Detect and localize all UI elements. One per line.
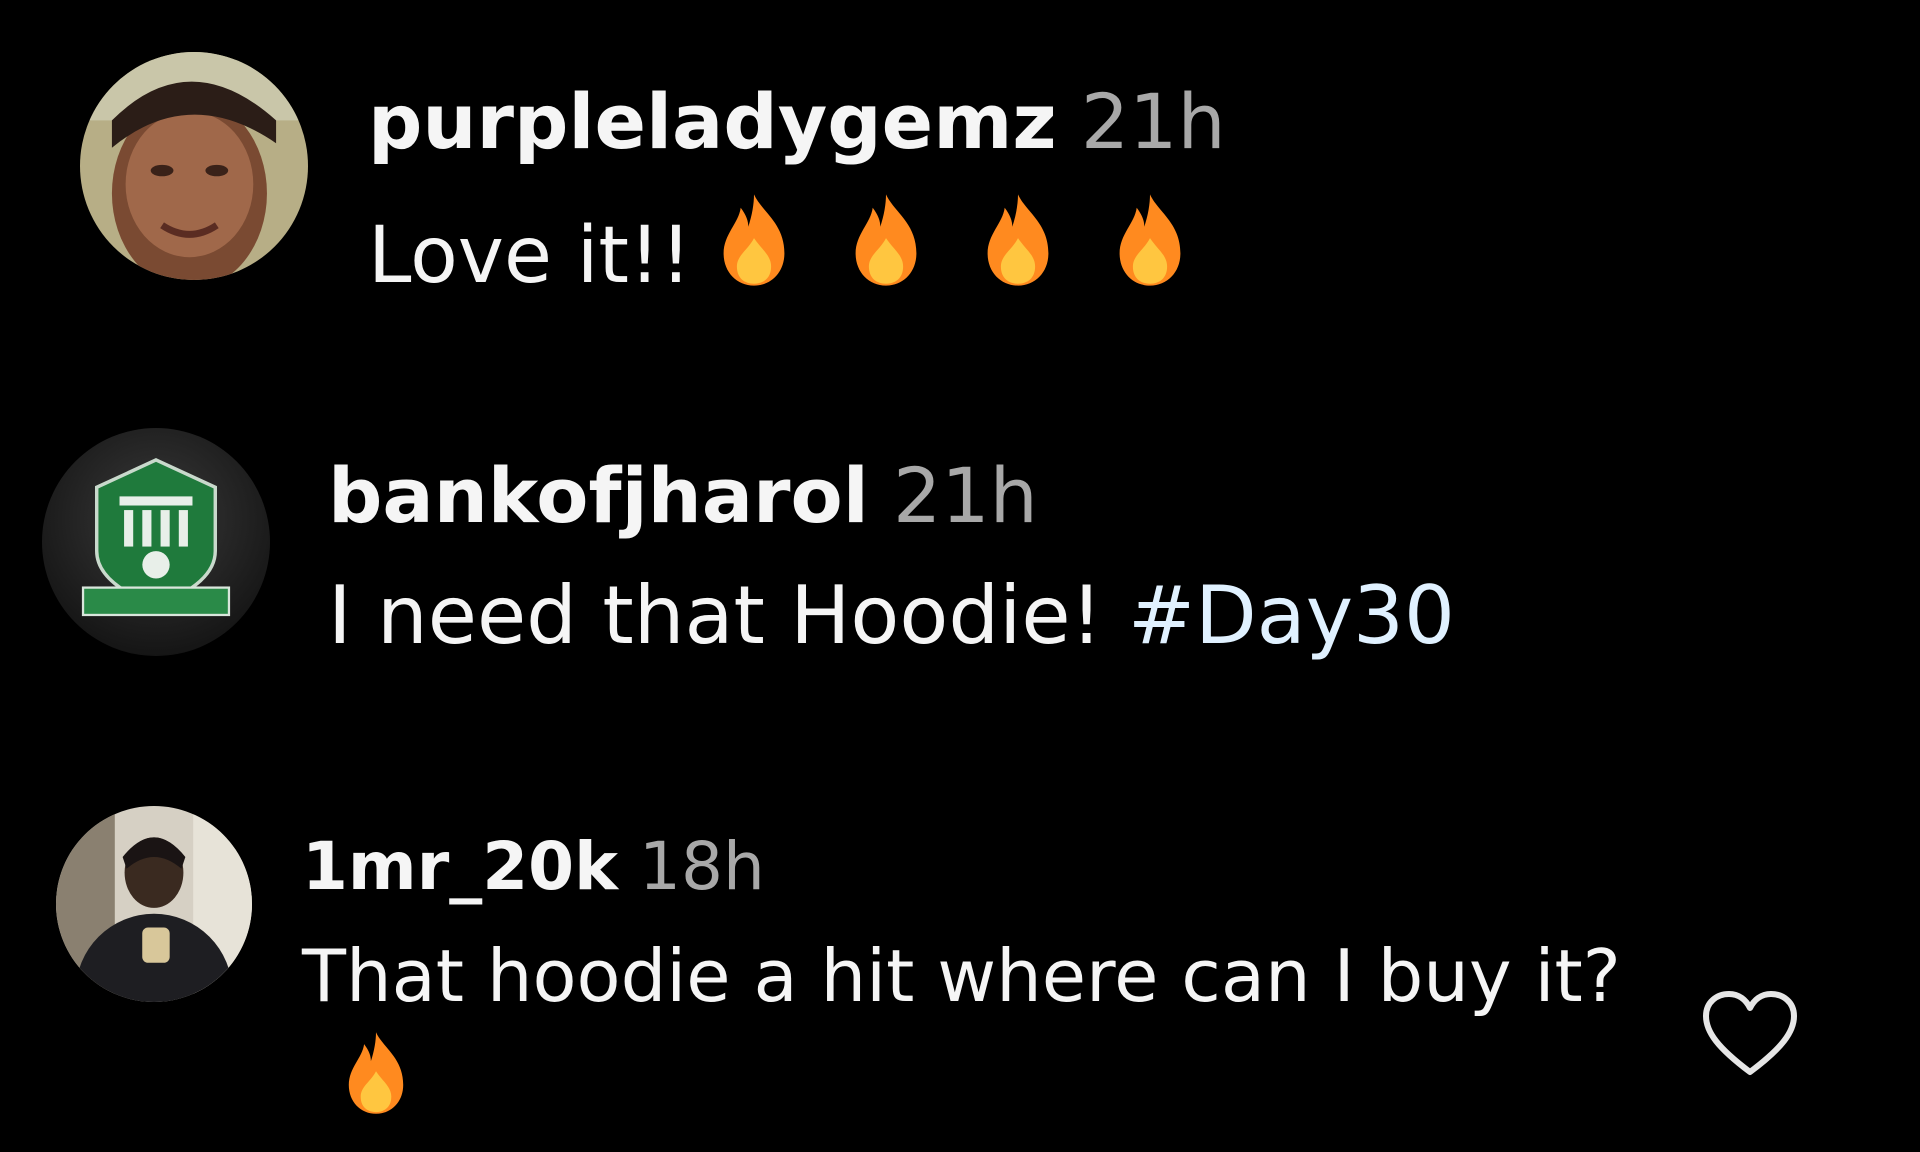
fire-icon (716, 192, 792, 288)
comment-text-content: Love it!! (368, 210, 692, 301)
timestamp[interactable]: 18h (639, 828, 765, 905)
heart-outline-icon[interactable] (1700, 988, 1800, 1078)
comment-body: bankofjharol 21h I need that Hoodie! #Da… (328, 458, 1455, 668)
comment-meta: bankofjharol 21h (328, 458, 1455, 534)
emoji-group (692, 192, 1188, 307)
username-link[interactable]: 1mr_20k (302, 828, 618, 905)
username-link[interactable]: bankofjharol (328, 451, 869, 540)
comment-body: purpleladygemz 21h Love it!! (368, 84, 1226, 307)
hashtag-link[interactable]: #Day30 (1128, 569, 1455, 662)
fire-icon (980, 192, 1056, 288)
avatar-logo (42, 428, 270, 656)
timestamp[interactable]: 21h (1081, 77, 1226, 166)
comment-body: 1mr_20k 18h That hoodie a hit where can … (302, 834, 1622, 1139)
avatar-photo (80, 52, 308, 280)
fire-icon (848, 192, 924, 288)
comment-text-content: That hoodie a hit where can I buy it? (302, 934, 1621, 1018)
fire-icon (342, 1030, 410, 1116)
comment-text: Love it!! (368, 192, 1226, 307)
avatar-photo (56, 806, 252, 1002)
fire-icon (1112, 192, 1188, 288)
timestamp[interactable]: 21h (893, 451, 1038, 540)
comment-text: I need that Hoodie! #Day30 (328, 564, 1455, 668)
avatar[interactable] (80, 52, 308, 280)
comment-text: That hoodie a hit where can I buy it? (302, 922, 1622, 1139)
comment-meta: 1mr_20k 18h (302, 834, 1622, 900)
avatar[interactable] (56, 806, 252, 1002)
comment-text-content: I need that Hoodie! (328, 569, 1103, 662)
username-link[interactable]: purpleladygemz (368, 77, 1057, 166)
avatar[interactable] (42, 428, 270, 656)
comment-meta: purpleladygemz 21h (368, 84, 1226, 160)
